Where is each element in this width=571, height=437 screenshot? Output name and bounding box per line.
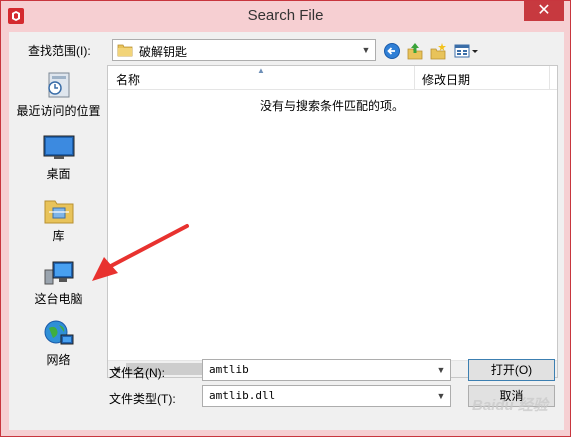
new-folder-icon[interactable] <box>429 41 447 61</box>
file-list[interactable]: ▲ 名称 修改日期 没有与搜索条件匹配的项。 ◀ ▶ <box>107 65 558 378</box>
place-label: 桌面 <box>46 167 71 181</box>
recent-places-icon <box>47 72 69 98</box>
libraries-icon <box>44 200 73 224</box>
empty-message: 没有与搜索条件匹配的项。 <box>260 99 405 113</box>
filename-input[interactable]: amtlib ▼ <box>202 359 451 381</box>
desktop-icon <box>43 135 74 159</box>
close-button[interactable]: ✕ <box>524 1 564 21</box>
open-button[interactable]: 打开(O) <box>468 359 555 381</box>
column-divider[interactable] <box>414 66 415 90</box>
filename-label: 文件名(N): <box>109 366 165 380</box>
place-recent[interactable]: 最近访问的位置 <box>11 70 106 119</box>
lookin-dropdown[interactable]: 破解钥匙 ▼ <box>112 39 376 61</box>
filetype-value: amtlib.dll <box>209 389 276 402</box>
chevron-down-icon[interactable]: ▼ <box>357 40 375 60</box>
title-bar[interactable]: Search File ✕ <box>1 1 570 31</box>
place-label: 这台电脑 <box>34 292 83 306</box>
chevron-down-icon[interactable]: ▼ <box>432 386 450 406</box>
place-desktop[interactable]: 桌面 <box>11 133 106 182</box>
place-label: 网络 <box>46 353 71 367</box>
network-icon <box>44 320 73 345</box>
window-title: Search File <box>247 7 324 24</box>
filename-value: amtlib <box>209 363 249 376</box>
place-this-pc[interactable]: 这台电脑 <box>11 258 106 307</box>
lookin-value: 破解钥匙 <box>139 45 188 59</box>
place-libraries[interactable]: 库 <box>11 195 106 244</box>
column-header-name[interactable]: 名称 <box>116 71 140 88</box>
computer-icon <box>44 261 73 285</box>
place-label: 最近访问的位置 <box>16 104 101 118</box>
dialog-body: 查找范围(I): 破解钥匙 ▼ 最近访问的位置 桌面 库 这台电脑 网络 ▲ 名… <box>9 32 564 430</box>
places-bar: 最近访问的位置 桌面 库 这台电脑 网络 <box>11 65 106 367</box>
column-header-date[interactable]: 修改日期 <box>422 71 470 88</box>
up-folder-icon[interactable] <box>406 41 424 61</box>
filetype-label: 文件类型(T): <box>109 392 176 406</box>
column-divider[interactable] <box>549 66 550 90</box>
place-label: 库 <box>52 229 65 243</box>
search-file-dialog: Search File ✕ 查找范围(I): 破解钥匙 ▼ 最近访问的位置 桌面… <box>0 0 571 437</box>
list-header: ▲ 名称 修改日期 <box>108 66 557 90</box>
chevron-down-icon[interactable]: ▼ <box>432 360 450 380</box>
sort-ascending-icon: ▲ <box>257 66 265 75</box>
folder-icon <box>117 44 133 57</box>
view-menu-icon[interactable] <box>453 41 481 61</box>
lookin-label: 查找范围(I): <box>28 44 91 58</box>
back-icon[interactable] <box>383 41 401 61</box>
filetype-dropdown[interactable]: amtlib.dll ▼ <box>202 385 451 407</box>
place-network[interactable]: 网络 <box>11 319 106 368</box>
watermark: Baidu 经验 <box>472 397 548 414</box>
